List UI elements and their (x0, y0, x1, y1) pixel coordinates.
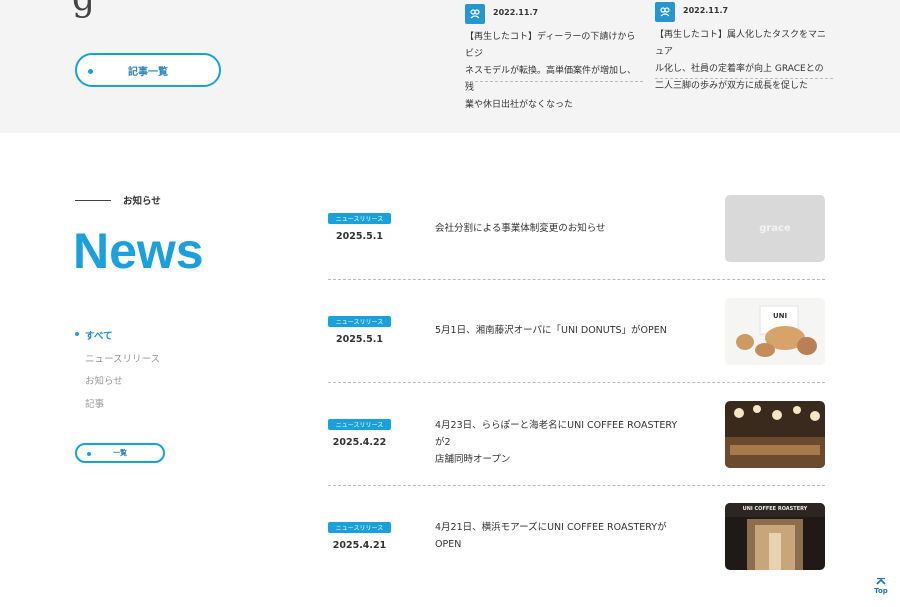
articles-list-button-label: 記事一覧 (128, 66, 168, 78)
news-title: 4月21日、横浜モアーズにUNI COFFEE ROASTERYが OPEN (435, 522, 667, 550)
people-icon (465, 4, 485, 24)
article-date: 2022.11.7 (493, 8, 539, 17)
filter-articles[interactable]: 記事 (85, 396, 104, 410)
button-dot-icon (88, 69, 93, 74)
button-dot-icon (87, 452, 91, 456)
news-list-button-label: 一覧 (113, 449, 127, 457)
partial-heading-glyph: g (72, 0, 95, 19)
news-tag-badge: ニュースリリース (328, 213, 391, 224)
news-section-label: お知らせ (75, 193, 161, 207)
article-card[interactable]: 2022.11.7 【再生したコト】属人化したタスクをマニュア ル化し、社員の定… (655, 2, 833, 91)
articles-list-button[interactable]: 記事一覧 (75, 53, 221, 87)
news-item[interactable]: ニュースリリース 2025.5.1 会社分割による事業体制変更のお知らせ gra… (328, 195, 825, 282)
uni-coffee-sign-text: UNI COFFEE ROASTERY (742, 506, 808, 512)
news-thumbnail (725, 401, 825, 468)
news-date: 2025.4.21 (332, 540, 387, 551)
grace-logo-text: grace (759, 223, 791, 234)
news-thumbnail: grace (725, 195, 825, 262)
news-item[interactable]: ニュースリリース 2025.5.1 5月1日、湘南藤沢オーパに「UNI DONU… (328, 298, 825, 385)
news-title: 5月1日、湘南藤沢オーパに「UNI DONUTS」がOPEN (435, 325, 667, 336)
arrow-up-icon (876, 578, 886, 585)
uni-logo-text: UNI (773, 312, 788, 320)
active-filter-dot-icon (75, 332, 79, 336)
people-icon (655, 2, 675, 22)
news-thumbnail: UNI (725, 298, 825, 365)
news-tag-badge: ニュースリリース (328, 522, 391, 533)
article-card[interactable]: 2022.11.7 【再生したコト】ディーラーの下請けからビジ ネスモデルが転換… (465, 4, 643, 110)
filter-notice[interactable]: お知らせ (85, 373, 123, 387)
news-item[interactable]: ニュースリリース 2025.4.21 4月21日、横浜モアーズにUNI COFF… (328, 503, 825, 590)
article-title: 【再生したコト】ディーラーの下請けからビジ ネスモデルが転換。高単価案件が増加し… (465, 32, 637, 110)
news-divider (328, 279, 825, 280)
news-divider (328, 485, 825, 486)
news-thumbnail: UNI COFFEE ROASTERY (725, 503, 825, 570)
news-date: 2025.5.1 (336, 334, 383, 345)
label-rule (75, 199, 111, 201)
news-title: 会社分割による事業体制変更のお知らせ (435, 223, 606, 234)
article-title: 【再生したコト】属人化したタスクをマニュア ル化し、社員の定着率が向上 GRAC… (655, 30, 827, 91)
featured-articles-band: g 記事一覧 2022.11.7 【再生したコト】ディーラーの下請けからビジ ネ… (0, 0, 900, 133)
news-list-button[interactable]: 一覧 (75, 443, 165, 463)
article-date: 2022.11.7 (683, 6, 729, 15)
news-tag-badge: ニュースリリース (328, 419, 391, 430)
news-date: 2025.5.1 (336, 231, 383, 242)
news-tag-badge: ニュースリリース (328, 316, 391, 327)
news-item[interactable]: ニュースリリース 2025.4.22 4月23日、ららぽーと海老名にUNI CO… (328, 401, 825, 488)
back-to-top-button[interactable]: Top (870, 578, 892, 595)
news-date: 2025.4.22 (332, 437, 387, 448)
news-title: 4月23日、ららぽーと海老名にUNI COFFEE ROASTERYが2 店舗同… (435, 420, 678, 465)
filter-news-release[interactable]: ニュースリリース (85, 351, 160, 365)
news-heading: News (73, 223, 204, 279)
news-divider (328, 382, 825, 383)
filter-all[interactable]: すべて (85, 328, 112, 342)
